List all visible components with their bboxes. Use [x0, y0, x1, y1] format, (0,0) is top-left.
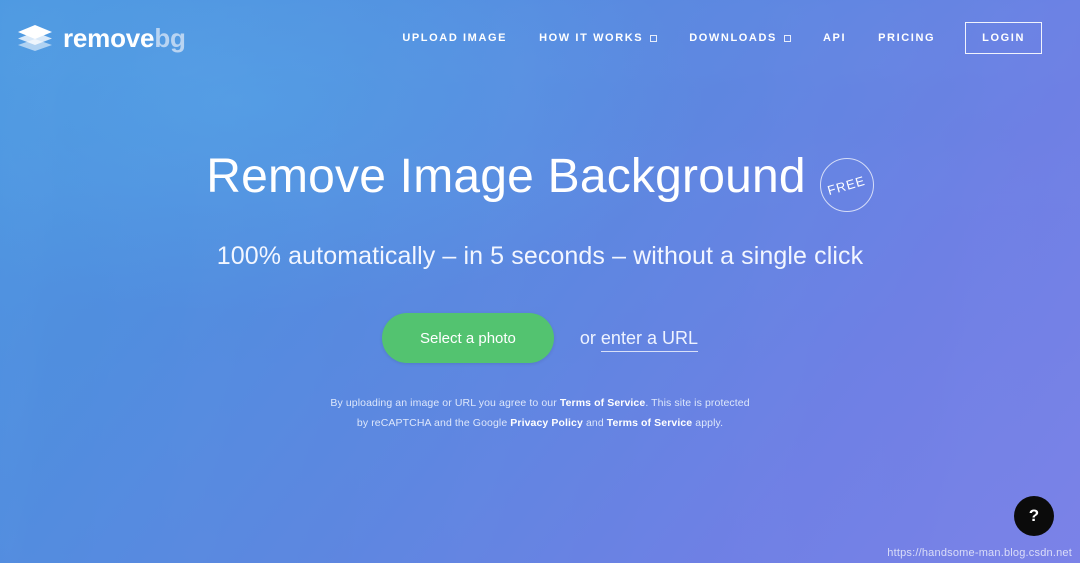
legal-line-1: By uploading an image or URL you agree t…: [330, 393, 749, 413]
legal-line-2: by reCAPTCHA and the Google Privacy Poli…: [330, 413, 749, 433]
nav-item-pricing[interactable]: Pricing: [862, 24, 951, 52]
free-badge: FREE: [819, 158, 874, 212]
free-badge-label: FREE: [826, 172, 868, 198]
headline-row: Remove Image Background FREE: [206, 150, 874, 212]
legal-text: by reCAPTCHA and the Google: [356, 417, 511, 430]
logo-wordmark: removebg: [63, 25, 186, 51]
nav-label: Pricing: [878, 32, 936, 44]
logo[interactable]: removebg: [16, 23, 186, 53]
page-title: Remove Image Background: [206, 150, 806, 203]
nav-item-upload-image[interactable]: Upload Image: [386, 24, 523, 52]
nav-item-downloads[interactable]: Downloads: [673, 24, 807, 52]
nav-item-how-it-works[interactable]: How it works: [523, 24, 673, 52]
legal-text: and: [582, 417, 607, 430]
nav-label: Upload Image: [402, 32, 508, 44]
legal-text: By uploading an image or URL you agree t…: [330, 397, 560, 409]
or-prefix: or: [579, 327, 601, 348]
layers-stack-icon: [16, 23, 54, 53]
select-photo-button[interactable]: Select a photo: [382, 313, 554, 363]
logo-text-primary: remove: [63, 23, 155, 53]
chevron-down-icon: [783, 34, 791, 42]
logo-text-secondary: bg: [154, 23, 186, 53]
terms-of-service-link[interactable]: Terms of Service: [560, 397, 645, 409]
hero-content: Remove Image Background FREE 100% automa…: [0, 0, 1080, 563]
legal-text: . This site is protected: [645, 397, 750, 409]
nav-label: API: [822, 32, 847, 44]
main-navigation: Upload Image How it works Downloads API …: [386, 22, 1060, 54]
chevron-down-icon: [650, 34, 658, 42]
help-button[interactable]: ?: [1014, 496, 1054, 536]
legal-text: apply.: [692, 417, 724, 430]
nav-label: Downloads: [689, 32, 777, 44]
enter-url-link[interactable]: enter a URL: [600, 327, 698, 352]
privacy-policy-link[interactable]: Privacy Policy: [510, 417, 583, 429]
subheadline: 100% automatically – in 5 seconds – with…: [216, 242, 864, 270]
nav-label: How it works: [539, 32, 644, 44]
watermark-url: https://handsome-man.blog.csdn.net: [887, 547, 1072, 559]
legal-disclaimer: By uploading an image or URL you agree t…: [330, 393, 749, 434]
site-header: removebg Upload Image How it works Downl…: [0, 0, 1080, 76]
terms-of-service-link-2[interactable]: Terms of Service: [607, 417, 692, 429]
nav-item-api[interactable]: API: [807, 24, 862, 52]
enter-url-text: or enter a URL: [579, 327, 698, 352]
login-button[interactable]: Login: [965, 22, 1042, 54]
cta-row: Select a photo or enter a URL: [382, 313, 698, 363]
